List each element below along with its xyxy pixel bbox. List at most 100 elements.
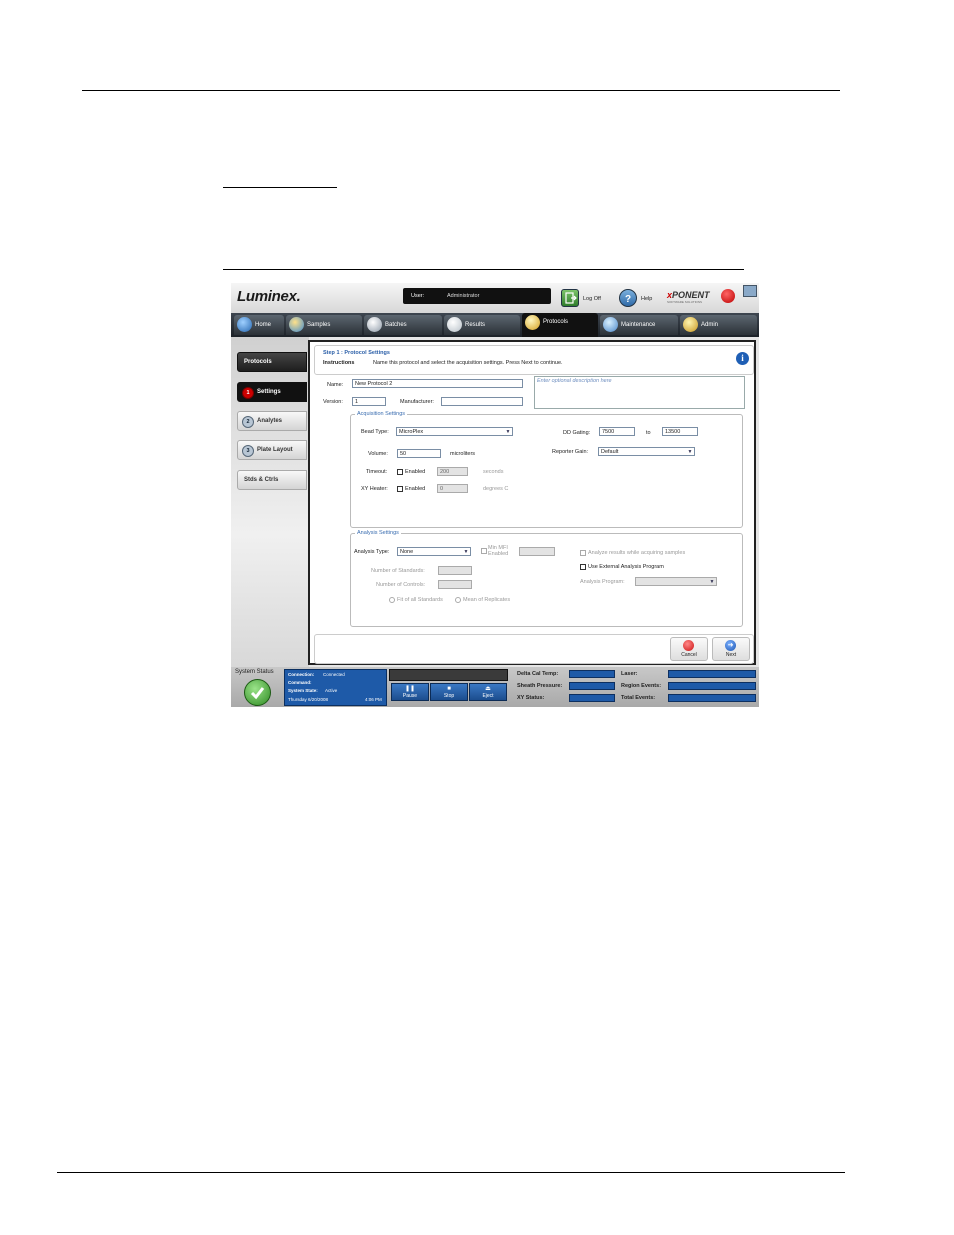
analysis-settings-group: Analysis Settings Analysis Type: None ▼ M… [350, 530, 743, 627]
user-box: User: Administrator [403, 288, 551, 304]
min-mfi-checkbox[interactable] [481, 548, 487, 554]
timeout-unit: seconds [483, 469, 504, 475]
page-bottom-rule [57, 1172, 845, 1173]
tab-results[interactable]: Results [444, 315, 520, 335]
xponent-app-window: Luminex. User: Administrator Log Off ? H… [231, 283, 759, 707]
dd-gating-from-field[interactable]: 7500 [599, 427, 635, 436]
chevron-down-icon: ▼ [463, 549, 469, 555]
xy-status-label: XY Status: [517, 695, 545, 701]
status-time: 4:06 PM [365, 697, 382, 702]
mean-replicates-label: Mean of Replicates [463, 597, 511, 603]
analyze-while-label: Analyze results while acquiring samples [588, 550, 686, 556]
user-value: Administrator [447, 293, 480, 299]
mean-replicates-radio[interactable] [455, 597, 461, 603]
num-controls-field[interactable] [438, 580, 472, 589]
analysis-program-select[interactable]: ▼ [635, 577, 717, 586]
analysis-program-label: Analysis Program: [580, 579, 625, 585]
step-2-badge: 2 [242, 416, 254, 428]
nav-plate-layout[interactable]: 3 Plate Layout [237, 440, 307, 460]
next-label: Next [725, 652, 737, 658]
bead-type-label: Bead Type: [361, 429, 389, 435]
region-events-bar [668, 682, 756, 690]
xy-heater-enabled-checkbox[interactable] [397, 486, 403, 492]
status-ok-icon [244, 679, 271, 706]
help-button[interactable]: Help [641, 296, 652, 302]
cancel-icon [683, 640, 694, 651]
chevron-down-icon: ▼ [687, 449, 693, 455]
eject-button[interactable]: ⏏ Eject [469, 683, 507, 701]
system-state-value: Active [325, 688, 338, 693]
batches-icon [367, 317, 382, 332]
timeout-enabled-checkbox[interactable] [397, 469, 403, 475]
use-external-checkbox[interactable] [580, 564, 586, 570]
system-status-bar: System Status Connection: Connected Comm… [231, 667, 759, 707]
page-top-rule [82, 90, 840, 91]
reporter-gain-label: Reporter Gain: [552, 449, 589, 455]
description-field[interactable]: Enter optional description here [534, 376, 745, 409]
laser-label: Laser: [621, 671, 638, 677]
dd-gating-to-field[interactable]: 13500 [662, 427, 698, 436]
tab-maintenance[interactable]: Maintenance [600, 315, 678, 335]
maintenance-icon [603, 317, 618, 332]
pause-button[interactable]: ❚❚ Pause [391, 683, 429, 701]
reporter-gain-select[interactable]: Default ▼ [598, 447, 695, 456]
analyze-while-checkbox[interactable] [580, 550, 586, 556]
help-icon[interactable]: ? [619, 289, 637, 307]
stop-button[interactable]: ■ Stop [430, 683, 468, 701]
volume-label: Volume: [368, 451, 388, 457]
protocols-icon [525, 315, 540, 330]
step-header: Step 1 : Protocol Settings Instructions … [314, 345, 754, 375]
caption-rule [223, 269, 744, 270]
version-field[interactable]: 1 [352, 397, 386, 406]
manufacturer-label: Manufacturer: [400, 399, 434, 405]
nav-protocols[interactable]: Protocols [237, 352, 307, 372]
tab-samples[interactable]: Samples [286, 315, 362, 335]
instructions-text: Name this protocol and select the acquis… [373, 360, 563, 366]
tab-protocols[interactable]: Protocols [522, 313, 598, 337]
tab-home[interactable]: Home [234, 315, 284, 335]
eject-icon: ⏏ [485, 686, 491, 692]
nav-analytes[interactable]: 2 Analytes [237, 411, 307, 431]
timeout-field[interactable]: 200 [437, 467, 468, 476]
tab-admin[interactable]: Admin [680, 315, 757, 335]
fit-all-radio[interactable] [389, 597, 395, 603]
version-label: Version: [323, 399, 343, 405]
xy-heater-field[interactable]: 0 [437, 484, 468, 493]
fit-all-label: Fit of all Standards [397, 597, 443, 603]
dd-gating-to-label: to [646, 430, 651, 436]
nav-stds-ctrls[interactable]: Stds & Ctrls [237, 470, 307, 490]
num-controls-label: Number of Controls: [376, 582, 426, 588]
region-events-label: Region Events: [621, 683, 662, 689]
logoff-icon[interactable] [561, 289, 579, 307]
num-standards-field[interactable] [438, 566, 472, 575]
manufacturer-field[interactable] [441, 397, 523, 406]
timeout-enabled-label: Enabled [405, 469, 426, 475]
nav-settings[interactable]: 1 Settings [237, 382, 307, 402]
system-status-label: System Status [235, 669, 274, 675]
volume-field[interactable]: 50 [397, 449, 441, 458]
name-label: Name: [327, 382, 344, 388]
bead-type-select[interactable]: MicroPlex ▼ [396, 427, 513, 436]
tab-batches[interactable]: Batches [364, 315, 442, 335]
protocol-settings-panel: Step 1 : Protocol Settings Instructions … [308, 340, 756, 665]
analysis-type-select[interactable]: None ▼ [397, 547, 471, 556]
cancel-button[interactable]: Cancel [670, 637, 708, 661]
home-icon [237, 317, 252, 332]
total-events-label: Total Events: [621, 695, 656, 701]
min-mfi-enabled-label: Enabled [488, 551, 509, 557]
main-tab-bar: Home Samples Batches Results Protocols M… [231, 313, 759, 337]
laser-bar [668, 670, 756, 678]
analysis-type-label: Analysis Type: [354, 549, 390, 555]
protocol-step-nav: Protocols 1 Settings 2 Analytes 3 Plate … [231, 337, 309, 667]
next-button[interactable]: ➜ Next [712, 637, 750, 661]
chevron-down-icon: ▼ [709, 579, 715, 585]
logoff-button[interactable]: Log Off [583, 296, 601, 302]
step-title: Step 1 : Protocol Settings [323, 350, 390, 356]
info-icon[interactable]: i [736, 352, 749, 365]
svg-text:?: ? [625, 294, 631, 305]
minimize-button[interactable] [743, 285, 757, 297]
timeout-label: Timeout: [366, 469, 388, 475]
name-field[interactable]: New Protocol 2 [352, 379, 523, 388]
min-mfi-field[interactable] [519, 547, 555, 556]
use-external-label: Use External Analysis Program [588, 564, 664, 570]
